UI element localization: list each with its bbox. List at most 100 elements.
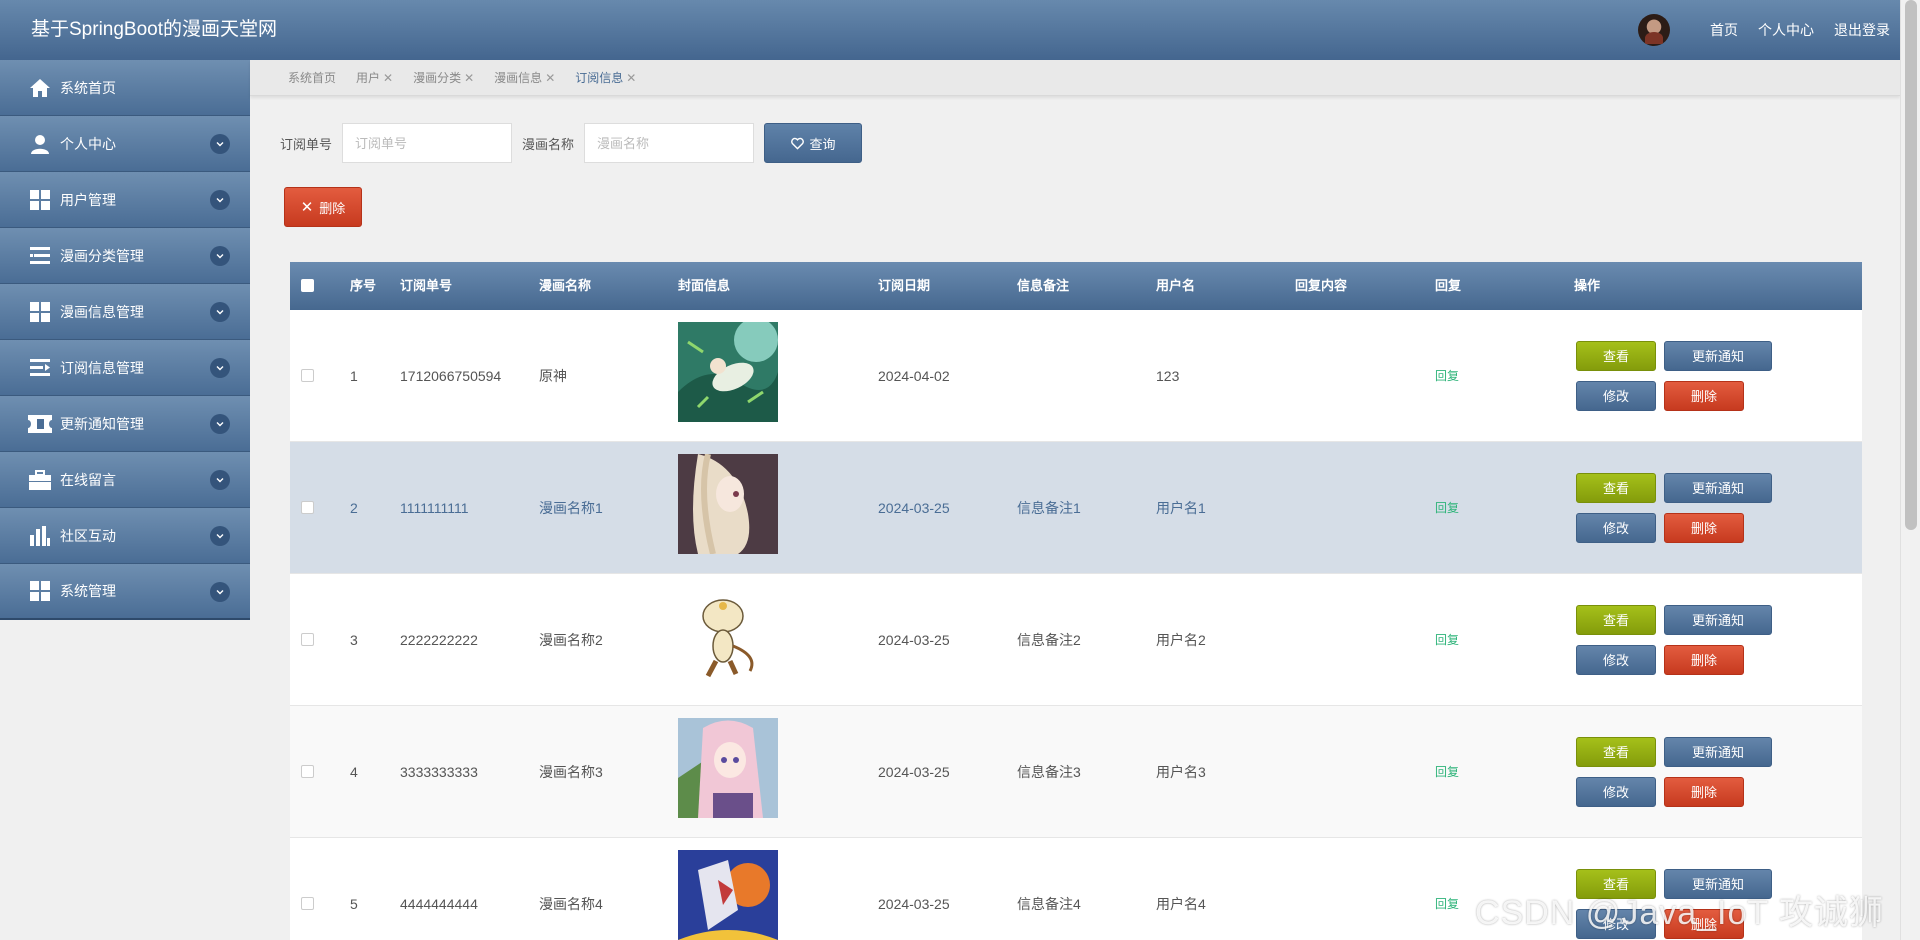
header-cover: 封面信息	[678, 278, 731, 293]
ticket-icon	[28, 412, 52, 436]
chevron-down-icon[interactable]	[210, 246, 230, 266]
header-date: 订阅日期	[878, 278, 931, 293]
edit-button[interactable]: 修改	[1576, 381, 1656, 411]
edit-button[interactable]: 修改	[1576, 645, 1656, 675]
delete-button[interactable]: 删除	[1664, 381, 1744, 411]
cell-order: 3333333333	[400, 764, 478, 780]
sidebar-item-home[interactable]: 系统首页	[0, 60, 250, 116]
notify-button[interactable]: 更新通知	[1664, 737, 1772, 767]
home-link[interactable]: 首页	[1710, 20, 1738, 40]
app-title: 基于SpringBoot的漫画天堂网	[31, 19, 278, 40]
header-name: 漫画名称	[539, 278, 592, 293]
close-icon: ✕	[300, 199, 314, 216]
select-all-checkbox[interactable]	[301, 279, 314, 292]
scrollbar-thumb[interactable]	[1905, 0, 1917, 530]
cover-image	[678, 322, 778, 422]
view-button[interactable]: 查看	[1576, 341, 1656, 371]
sidebar-item-category[interactable]: 漫画分类管理	[0, 228, 250, 284]
order-label: 订阅单号	[280, 136, 333, 152]
name-input[interactable]	[584, 123, 755, 163]
delete-button[interactable]: 删除	[1664, 645, 1744, 675]
chevron-down-icon[interactable]	[210, 470, 230, 490]
sidebar-item-profile[interactable]: 个人中心	[0, 116, 250, 172]
sidebar-item-community[interactable]: 社区互动	[0, 508, 250, 564]
tab-strip: 系统首页 用户 ✕ 漫画分类 ✕ 漫画信息 ✕ 订阅信息 ✕	[250, 60, 1900, 96]
tab-category[interactable]: 漫画分类 ✕	[413, 69, 474, 86]
chevron-down-icon[interactable]	[210, 358, 230, 378]
close-icon[interactable]: ✕	[545, 71, 555, 85]
batch-delete-button[interactable]: ✕ 删除	[284, 187, 362, 227]
notify-button[interactable]: 更新通知	[1664, 341, 1772, 371]
row-checkbox[interactable]	[301, 501, 314, 514]
row-checkbox[interactable]	[301, 765, 314, 778]
cell-note: 信息备注3	[1017, 764, 1081, 780]
tab-home[interactable]: 系统首页	[288, 69, 336, 86]
cell-index: 5	[350, 896, 358, 912]
cover-image	[678, 454, 778, 554]
tab-label: 漫画信息	[494, 71, 543, 85]
edit-button[interactable]: 修改	[1576, 777, 1656, 807]
cell-date: 2024-03-25	[878, 500, 950, 516]
sidebar-item-messages[interactable]: 在线留言	[0, 452, 250, 508]
cell-index: 2	[350, 500, 358, 516]
grid-icon	[28, 300, 52, 324]
list-indent-icon	[28, 356, 52, 380]
cell-order: 1712066750594	[400, 368, 502, 384]
tab-comics[interactable]: 漫画信息 ✕	[494, 69, 555, 86]
chevron-down-icon[interactable]	[210, 302, 230, 322]
close-icon[interactable]: ✕	[464, 71, 474, 85]
notify-button[interactable]: 更新通知	[1664, 473, 1772, 503]
delete-button[interactable]: 删除	[1664, 513, 1744, 543]
sidebar-item-label: 用户管理	[60, 191, 116, 208]
chevron-down-icon[interactable]	[210, 414, 230, 434]
row-checkbox[interactable]	[301, 369, 314, 382]
sidebar-item-label: 订阅信息管理	[60, 359, 144, 376]
cell-date: 2024-03-25	[878, 632, 950, 648]
row-checkbox[interactable]	[301, 897, 314, 910]
sidebar-item-label: 漫画分类管理	[60, 247, 144, 264]
logout-link[interactable]: 退出登录	[1834, 20, 1890, 40]
close-icon[interactable]: ✕	[626, 71, 636, 85]
chevron-down-icon[interactable]	[210, 134, 230, 154]
cell-date: 2024-03-25	[878, 764, 950, 780]
reply-link[interactable]: 回复	[1435, 310, 1459, 442]
avatar[interactable]	[1638, 14, 1670, 46]
cell-date: 2024-03-25	[878, 896, 950, 912]
reply-link[interactable]: 回复	[1435, 574, 1459, 706]
view-button[interactable]: 查看	[1576, 473, 1656, 503]
watermark: CSDN @Java_IoT 攻诚狮	[1475, 894, 1884, 932]
cell-user: 用户名2	[1156, 632, 1206, 648]
chevron-down-icon[interactable]	[210, 526, 230, 546]
notify-button[interactable]: 更新通知	[1664, 605, 1772, 635]
sidebar-item-subscriptions[interactable]: 订阅信息管理	[0, 340, 250, 396]
cover-image	[678, 586, 778, 686]
sidebar-item-notifications[interactable]: 更新通知管理	[0, 396, 250, 452]
tab-subscriptions[interactable]: 订阅信息 ✕	[575, 69, 636, 86]
cell-name: 漫画名称3	[539, 764, 603, 780]
row-checkbox[interactable]	[301, 633, 314, 646]
sidebar-item-comics[interactable]: 漫画信息管理	[0, 284, 250, 340]
order-input[interactable]	[342, 123, 513, 163]
view-button[interactable]: 查看	[1576, 605, 1656, 635]
sidebar-item-system[interactable]: 系统管理	[0, 564, 250, 620]
query-button[interactable]: 查询	[764, 123, 863, 163]
edit-button[interactable]: 修改	[1576, 513, 1656, 543]
delete-button[interactable]: 删除	[1664, 777, 1744, 807]
reply-link[interactable]: 回复	[1435, 838, 1459, 940]
grid-icon	[28, 188, 52, 212]
tab-users[interactable]: 用户 ✕	[356, 69, 393, 86]
reply-link[interactable]: 回复	[1435, 442, 1459, 574]
cell-user: 123	[1156, 368, 1180, 384]
chevron-down-icon[interactable]	[210, 190, 230, 210]
sidebar-item-label: 在线留言	[60, 471, 116, 488]
cover-image	[678, 718, 778, 818]
header-order: 订阅单号	[400, 278, 453, 293]
sidebar-item-label: 系统首页	[60, 79, 116, 96]
page-scrollbar[interactable]	[1900, 0, 1920, 940]
profile-link[interactable]: 个人中心	[1758, 20, 1814, 40]
sidebar-item-users[interactable]: 用户管理	[0, 172, 250, 228]
chevron-down-icon[interactable]	[210, 582, 230, 602]
view-button[interactable]: 查看	[1576, 737, 1656, 767]
reply-link[interactable]: 回复	[1435, 706, 1459, 838]
close-icon[interactable]: ✕	[383, 71, 393, 85]
